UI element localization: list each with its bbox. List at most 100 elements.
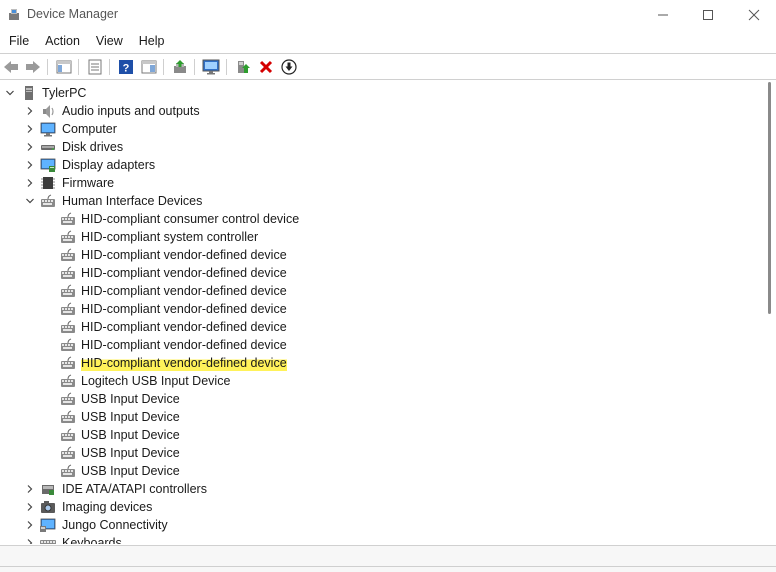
- hid-device-icon: [61, 374, 75, 387]
- svg-text:?: ?: [123, 63, 130, 75]
- menu-view[interactable]: View: [91, 32, 128, 50]
- speaker-icon: [43, 105, 54, 118]
- action-pane-icon: [141, 60, 157, 74]
- category-ide-label[interactable]: IDE ATA/ATAPI controllers: [62, 480, 207, 498]
- toolbar-separator: [194, 59, 195, 75]
- category-hid-label[interactable]: Human Interface Devices: [62, 192, 202, 210]
- expand-firmware-chevron[interactable]: [24, 177, 36, 189]
- collapse-root-chevron[interactable]: [4, 87, 16, 99]
- expand-keyboards-chevron[interactable]: [24, 537, 36, 544]
- status-divider: [0, 566, 776, 567]
- hid-device-icon: [61, 356, 75, 369]
- menu-file[interactable]: File: [4, 32, 34, 50]
- collapse-hid-chevron[interactable]: [24, 195, 36, 207]
- hid-device-label[interactable]: USB Input Device: [81, 444, 180, 462]
- toolbar-separator: [163, 59, 164, 75]
- menu-action[interactable]: Action: [40, 32, 85, 50]
- category-display-label[interactable]: Display adapters: [62, 156, 155, 174]
- maximize-button[interactable]: [685, 0, 731, 30]
- expand-jungo-chevron[interactable]: [24, 519, 36, 531]
- hid-device-label[interactable]: USB Input Device: [81, 408, 180, 426]
- help-button[interactable]: ?: [116, 57, 136, 77]
- hid-device-label[interactable]: HID-compliant consumer control device: [81, 210, 299, 228]
- hid-device-icon: [61, 266, 75, 279]
- menu-help[interactable]: Help: [134, 32, 170, 50]
- network-monitor-icon: [40, 518, 56, 532]
- category-keyboards-label[interactable]: Keyboards: [62, 534, 122, 544]
- hid-device-label[interactable]: HID-compliant vendor-defined device: [81, 318, 287, 336]
- disk-drive-icon: [41, 145, 55, 150]
- hid-device-label[interactable]: HID-compliant vendor-defined device: [81, 336, 287, 354]
- expand-disk-chevron[interactable]: [24, 141, 36, 153]
- minimize-icon: [658, 14, 668, 16]
- hid-device-icon: [61, 338, 75, 351]
- show-hide-console-tree-button[interactable]: [54, 57, 74, 77]
- title-bar: Device Manager: [0, 0, 776, 30]
- properties-button[interactable]: [85, 57, 105, 77]
- delete-x-icon: [259, 60, 273, 74]
- toolbar-separator: [109, 59, 110, 75]
- hid-device-icon: [61, 230, 75, 243]
- category-audio-label[interactable]: Audio inputs and outputs: [62, 102, 200, 120]
- hid-device-label[interactable]: HID-compliant vendor-defined device: [81, 282, 287, 300]
- tree-root-label[interactable]: TylerPC: [42, 84, 86, 102]
- hid-device-icon: [61, 248, 75, 261]
- hid-device-label[interactable]: USB Input Device: [81, 426, 180, 444]
- toolbar-separator: [226, 59, 227, 75]
- hid-device-icon: [61, 464, 75, 477]
- action-view-button[interactable]: [139, 57, 159, 77]
- chevron-right-icon: [27, 485, 33, 493]
- category-jungo-label[interactable]: Jungo Connectivity: [62, 516, 168, 534]
- chevron-right-icon: [27, 161, 33, 169]
- disable-device-button[interactable]: [279, 57, 299, 77]
- hid-device-label[interactable]: HID-compliant vendor-defined device: [81, 300, 287, 318]
- hid-device-label[interactable]: USB Input Device: [81, 462, 180, 480]
- hid-device-icon: [61, 410, 75, 423]
- hid-device-icon: [61, 212, 75, 225]
- category-computer-label[interactable]: Computer: [62, 120, 117, 138]
- chevron-down-icon: [26, 198, 34, 204]
- chevron-right-icon: [27, 107, 33, 115]
- menu-bar: File Action View Help: [0, 30, 776, 52]
- toolbar: ?: [0, 53, 776, 80]
- hid-device-label[interactable]: Logitech USB Input Device: [81, 372, 230, 390]
- hid-device-icon: [61, 284, 75, 297]
- category-firmware-label[interactable]: Firmware: [62, 174, 114, 192]
- chevron-right-icon: [27, 521, 33, 529]
- scrollbar-thumb[interactable]: [768, 82, 771, 314]
- hid-device-label[interactable]: HID-compliant vendor-defined device: [81, 246, 287, 264]
- enable-device-button[interactable]: [233, 57, 253, 77]
- vertical-scrollbar[interactable]: [764, 82, 776, 544]
- download-arrow-icon: [281, 59, 297, 75]
- close-button[interactable]: [731, 0, 776, 30]
- update-driver-button[interactable]: [170, 57, 190, 77]
- chevron-right-icon: [27, 179, 33, 187]
- highlighted-hid-device-label[interactable]: HID-compliant vendor-defined device: [81, 354, 287, 372]
- chevron-down-icon: [6, 90, 14, 96]
- hid-device-label[interactable]: HID-compliant system controller: [81, 228, 258, 246]
- hid-device-icon: [61, 392, 75, 405]
- expand-imaging-chevron[interactable]: [24, 501, 36, 513]
- category-imaging-label[interactable]: Imaging devices: [62, 498, 152, 516]
- minimize-button[interactable]: [640, 0, 686, 30]
- expand-computer-chevron[interactable]: [24, 123, 36, 135]
- display-adapter-icon: [40, 158, 56, 172]
- forward-button[interactable]: [23, 57, 43, 77]
- expand-audio-chevron[interactable]: [24, 105, 36, 117]
- device-tree: TylerPC Audio inputs and outputs Compute…: [0, 82, 764, 544]
- device-manager-app-icon: [9, 9, 19, 20]
- expand-display-chevron[interactable]: [24, 159, 36, 171]
- hid-device-label[interactable]: HID-compliant vendor-defined device: [81, 264, 287, 282]
- uninstall-device-button[interactable]: [256, 57, 276, 77]
- category-disk-label[interactable]: Disk drives: [62, 138, 123, 156]
- toolbar-separator: [78, 59, 79, 75]
- scan-hardware-changes-button[interactable]: [201, 57, 221, 77]
- expand-ide-chevron[interactable]: [24, 483, 36, 495]
- hid-device-label[interactable]: USB Input Device: [81, 390, 180, 408]
- ide-controller-icon: [42, 485, 54, 495]
- status-bar: [0, 545, 776, 572]
- update-driver-icon: [174, 60, 186, 73]
- hid-device-icon: [61, 446, 75, 459]
- back-button[interactable]: [1, 57, 21, 77]
- chevron-right-icon: [27, 539, 33, 544]
